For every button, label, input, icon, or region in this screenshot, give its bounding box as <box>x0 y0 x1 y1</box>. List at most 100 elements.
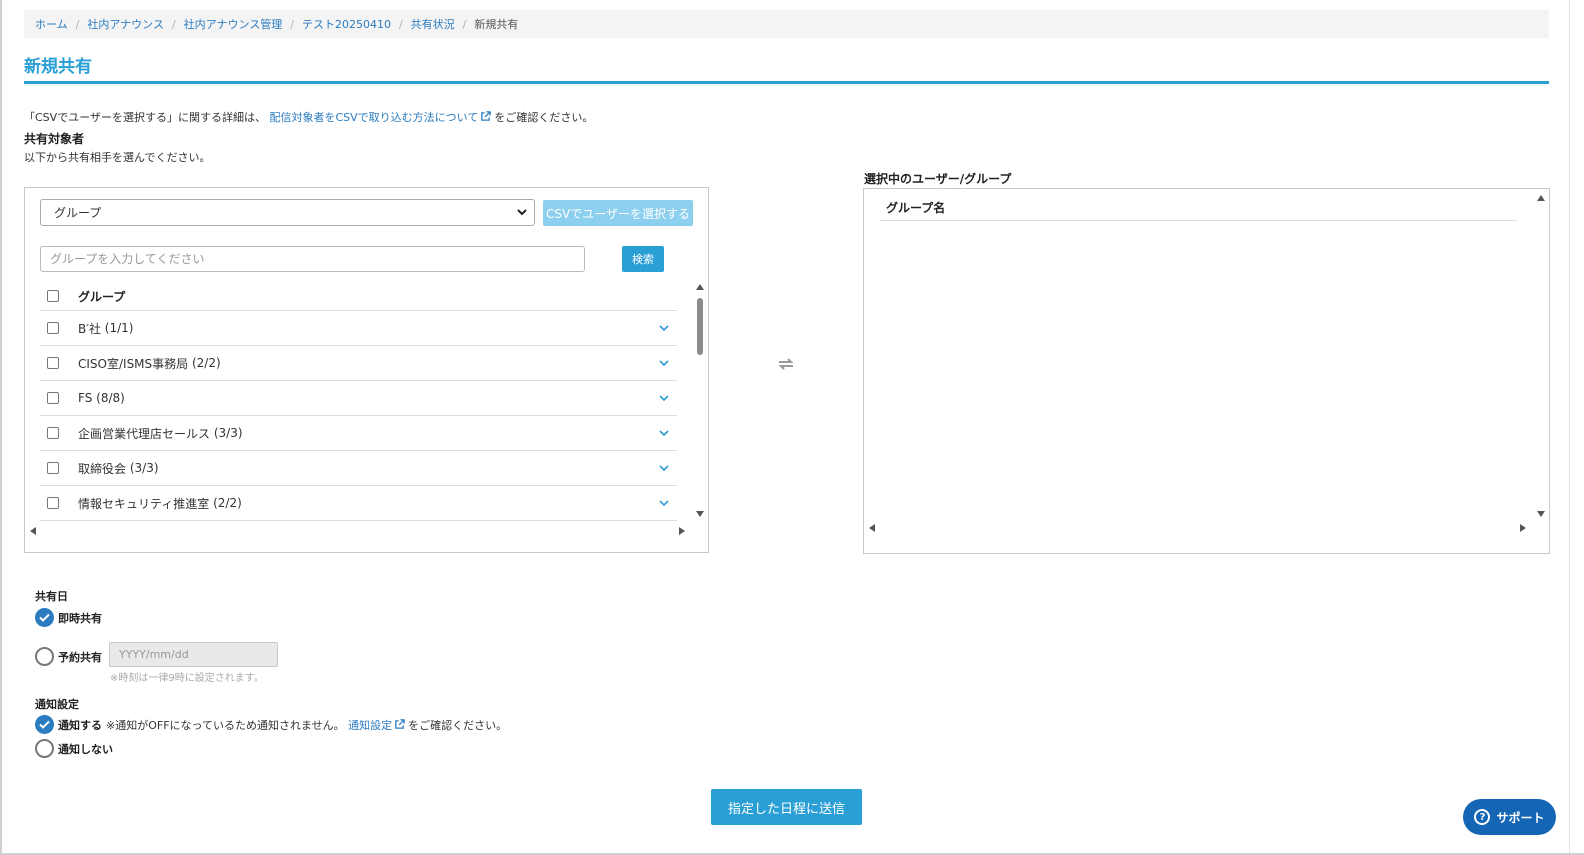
chevron-down-icon <box>517 209 527 216</box>
csv-help-note: 「CSVでユーザーを選択する」に関する詳細は、 配信対象者をCSVで取り込む方法… <box>24 109 593 125</box>
group-count: (8/8) <box>96 391 125 405</box>
selected-users-panel: グループ名 <box>863 188 1550 554</box>
chevron-down-icon[interactable] <box>659 393 669 403</box>
group-picker-panel: グループ CSVでユーザーを選択する 検索 グループ B′社 (1/1) CIS… <box>24 187 709 553</box>
group-checkbox[interactable] <box>47 427 59 439</box>
group-count: (2/2) <box>213 496 242 510</box>
notify-warning-suffix: をご確認ください。 <box>408 718 508 732</box>
group-name: 情報セキュリティ推進室 <box>78 496 210 511</box>
scroll-down-arrow-icon[interactable] <box>1537 511 1545 517</box>
selected-horizontal-scrollbar[interactable] <box>864 521 1534 535</box>
send-scheduled-button[interactable]: 指定した日程に送信 <box>711 789 862 825</box>
breadcrumb-announcement-item[interactable]: テスト20250410 <box>302 16 391 32</box>
notification-label: 通知設定 <box>35 698 79 711</box>
scheduled-date-input[interactable] <box>109 642 278 667</box>
group-count: (1/1) <box>104 321 134 335</box>
radio-unchecked-icon[interactable] <box>35 739 54 758</box>
notify-on-option[interactable]: 通知する ※通知がOFFになっているため通知されません。 通知設定 をご確認くださ… <box>35 715 507 734</box>
chevron-down-icon[interactable] <box>659 323 669 333</box>
group-name: 取締役会 <box>78 461 127 476</box>
breadcrumb-announcement-admin[interactable]: 社内アナウンス管理 <box>184 16 283 32</box>
notify-on-label: 通知する <box>58 718 102 732</box>
share-immediate-label: 即時共有 <box>58 611 102 625</box>
group-count: (3/3) <box>213 426 243 440</box>
share-immediate-option[interactable]: 即時共有 <box>35 608 102 627</box>
radio-checked-icon[interactable] <box>35 608 54 627</box>
breadcrumb-announcements[interactable]: 社内アナウンス <box>87 16 164 32</box>
help-icon: ? <box>1474 809 1491 825</box>
share-scheduled-option[interactable]: 予約共有 <box>35 647 102 666</box>
notification-settings-link-label: 通知設定 <box>348 718 393 732</box>
group-checkbox[interactable] <box>47 322 59 334</box>
scroll-up-arrow-icon[interactable] <box>696 284 704 290</box>
csv-note-prefix: 「CSVでユーザーを選択する」に関する詳細は、 <box>24 111 266 124</box>
group-list: グループ B′社 (1/1) CISO室/ISMS事務局 (2/2) FS (8… <box>40 282 677 521</box>
window-right-border <box>1569 0 1570 855</box>
group-name: 企画営業代理店セールス <box>78 426 211 441</box>
group-count: (3/3) <box>129 461 159 475</box>
breadcrumb-home[interactable]: ホーム <box>35 16 68 32</box>
group-count: (2/2) <box>191 356 221 370</box>
breadcrumb-current: 新規共有 <box>474 18 519 31</box>
external-link-icon <box>395 718 405 729</box>
group-checkbox[interactable] <box>47 392 59 404</box>
title-divider <box>24 81 1549 84</box>
selected-users-label: 選択中のユーザー/グループ <box>864 172 1012 186</box>
group-list-vertical-scrollbar[interactable] <box>694 282 706 520</box>
transfer-arrows-icon <box>778 358 794 370</box>
selected-vertical-scrollbar[interactable] <box>1535 193 1547 519</box>
csv-select-button[interactable]: CSVでユーザーを選択する <box>543 200 693 226</box>
notify-warning-text: ※通知がOFFになっているため通知されません。 <box>106 718 345 732</box>
group-checkbox[interactable] <box>47 462 59 474</box>
selected-group-column-header: グループ名 <box>880 195 1517 221</box>
chevron-down-icon[interactable] <box>659 358 669 368</box>
support-button[interactable]: ? サポート <box>1463 799 1556 835</box>
group-search-input[interactable] <box>40 246 585 272</box>
list-item[interactable]: 取締役会 (3/3) <box>40 451 677 486</box>
scroll-left-arrow-icon[interactable] <box>869 524 875 532</box>
share-scheduled-label: 予約共有 <box>58 650 102 664</box>
external-link-icon <box>481 111 492 121</box>
notify-off-label: 通知しない <box>58 742 113 756</box>
radio-checked-icon[interactable] <box>35 715 54 734</box>
scroll-thumb[interactable] <box>697 298 703 355</box>
breadcrumb-separator: / <box>171 17 176 31</box>
search-button[interactable]: 検索 <box>622 246 664 272</box>
list-item[interactable]: 企画営業代理店セールス (3/3) <box>40 416 677 451</box>
list-item[interactable]: B′社 (1/1) <box>40 311 677 346</box>
chevron-down-icon[interactable] <box>659 498 669 508</box>
list-item[interactable]: CISO室/ISMS事務局 (2/2) <box>40 346 677 381</box>
group-checkbox[interactable] <box>47 357 59 369</box>
notification-settings-link[interactable]: 通知設定 <box>348 719 408 732</box>
breadcrumb-share-status[interactable]: 共有状況 <box>411 16 455 32</box>
group-checkbox[interactable] <box>47 497 59 509</box>
scroll-up-arrow-icon[interactable] <box>1537 195 1545 201</box>
target-type-select[interactable]: グループ <box>40 199 535 226</box>
csv-help-link[interactable]: 配信対象者をCSVで取り込む方法について <box>269 111 494 124</box>
breadcrumb-separator: / <box>75 17 80 31</box>
scroll-down-arrow-icon[interactable] <box>696 511 704 517</box>
time-note: ※時刻は一律9時に設定されます。 <box>110 673 264 684</box>
group-name: B′社 <box>78 321 101 336</box>
chevron-down-icon[interactable] <box>659 463 669 473</box>
scroll-left-arrow-icon[interactable] <box>30 527 36 535</box>
scroll-right-arrow-icon[interactable] <box>1520 524 1526 532</box>
group-name: FS <box>78 391 93 405</box>
notify-off-option[interactable]: 通知しない <box>35 739 113 758</box>
chevron-down-icon[interactable] <box>659 428 669 438</box>
group-list-horizontal-scrollbar[interactable] <box>25 524 693 538</box>
share-date-label: 共有日 <box>35 590 68 603</box>
list-item[interactable]: FS (8/8) <box>40 381 677 416</box>
group-name: CISO室/ISMS事務局 <box>78 356 189 371</box>
group-list-header: グループ <box>40 282 677 311</box>
scroll-right-arrow-icon[interactable] <box>679 527 685 535</box>
group-column-label: グループ <box>78 289 126 304</box>
radio-unchecked-icon[interactable] <box>35 647 54 666</box>
page-title: 新規共有 <box>24 57 92 77</box>
list-item[interactable]: 情報セキュリティ推進室 (2/2) <box>40 486 677 521</box>
select-all-checkbox[interactable] <box>47 290 59 302</box>
target-heading: 共有対象者 <box>24 132 85 146</box>
window-left-border <box>0 0 2 855</box>
breadcrumb-separator: / <box>398 17 403 31</box>
support-label: サポート <box>1496 810 1545 825</box>
